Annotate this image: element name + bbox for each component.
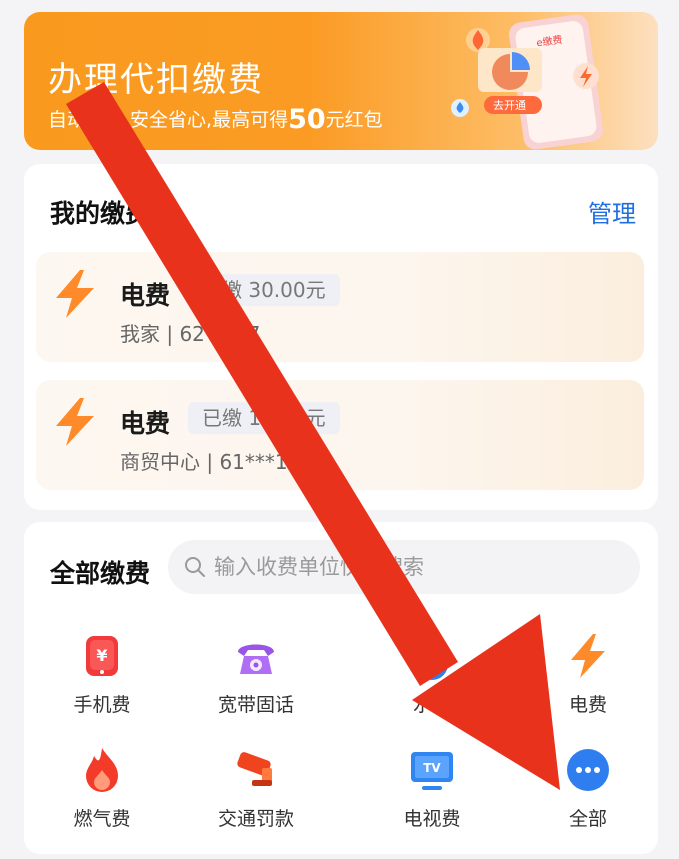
bill-paid-badge: 已缴 10.00元 <box>188 402 340 434</box>
category-label: 宽带固话 <box>217 694 294 716</box>
category-label: 全部 <box>568 808 607 830</box>
svg-text:¥: ¥ <box>96 646 107 665</box>
lightning-icon <box>56 398 94 446</box>
lightning-icon <box>56 270 94 318</box>
my-bills-card: 我的缴费 管理 电费 已缴 30.00元 我家 | 62***17 电费 已缴 … <box>24 164 658 510</box>
lightning-icon <box>571 634 605 678</box>
category-label: 电视费 <box>403 808 461 830</box>
category-all[interactable]: 全部 <box>518 746 658 846</box>
water-drop-icon <box>416 636 448 680</box>
mobile-fee-icon: ¥ <box>86 636 118 676</box>
category-label: 交通罚款 <box>217 808 294 830</box>
more-dots-icon <box>567 749 609 791</box>
my-bills-title: 我的缴费 <box>50 199 151 228</box>
category-label: 手机费 <box>73 694 131 716</box>
category-traffic-fine[interactable]: 交通罚款 <box>186 746 326 846</box>
all-payments-title: 全部缴费 <box>50 559 151 588</box>
bill-item[interactable]: 电费 已缴 30.00元 我家 | 62***17 <box>36 252 644 362</box>
banner-subtitle-prefix: 自动扣费,安全省心,最高可得 <box>48 109 289 131</box>
category-label: 电费 <box>568 694 607 716</box>
promo-banner[interactable]: 办理代扣缴费 自动扣费,安全省心,最高可得50元红包 e缴费 去开通 <box>24 12 658 150</box>
category-broadband[interactable]: 宽带固话 <box>186 632 326 732</box>
category-label: 燃气费 <box>73 808 131 830</box>
search-icon <box>185 557 205 577</box>
category-gas[interactable]: 燃气费 <box>32 746 172 846</box>
telephone-icon <box>238 644 274 674</box>
banner-subtitle-amount: 50 <box>288 104 326 135</box>
banner-title: 办理代扣缴费 <box>48 60 264 100</box>
banner-subtitle-suffix: 元红包 <box>325 109 383 131</box>
search-input[interactable] <box>214 540 624 594</box>
tv-icon: TV <box>411 752 453 790</box>
svg-text:去开通: 去开通 <box>493 99 526 112</box>
bill-name: 电费 <box>120 409 171 438</box>
svg-text:TV: TV <box>423 761 441 775</box>
category-tv[interactable]: TV 电视费 <box>362 746 502 846</box>
category-water[interactable]: 水费 <box>362 632 502 732</box>
bill-item[interactable]: 电费 已缴 10.00元 商贸中心 | 61***17 <box>36 380 644 490</box>
phone-bill-illustration: e缴费 去开通 <box>451 14 603 150</box>
search-bar[interactable] <box>168 540 640 594</box>
bill-account: 商贸中心 | 61***17 <box>120 450 301 474</box>
category-label: 水费 <box>412 694 451 716</box>
category-electricity[interactable]: 电费 <box>518 632 658 732</box>
all-payments-card: 全部缴费 ¥ 手机费 宽带固话 水费 <box>24 522 658 854</box>
bill-paid-badge: 已缴 30.00元 <box>188 274 340 306</box>
flame-icon <box>86 748 118 792</box>
manage-button[interactable]: 管理 <box>588 194 636 229</box>
category-mobile-fee[interactable]: ¥ 手机费 <box>32 632 172 732</box>
banner-subtitle: 自动扣费,安全省心,最高可得50元红包 <box>48 104 383 135</box>
traffic-camera-icon <box>237 752 272 786</box>
bill-account: 我家 | 62***17 <box>120 322 261 346</box>
bill-name: 电费 <box>120 281 171 310</box>
